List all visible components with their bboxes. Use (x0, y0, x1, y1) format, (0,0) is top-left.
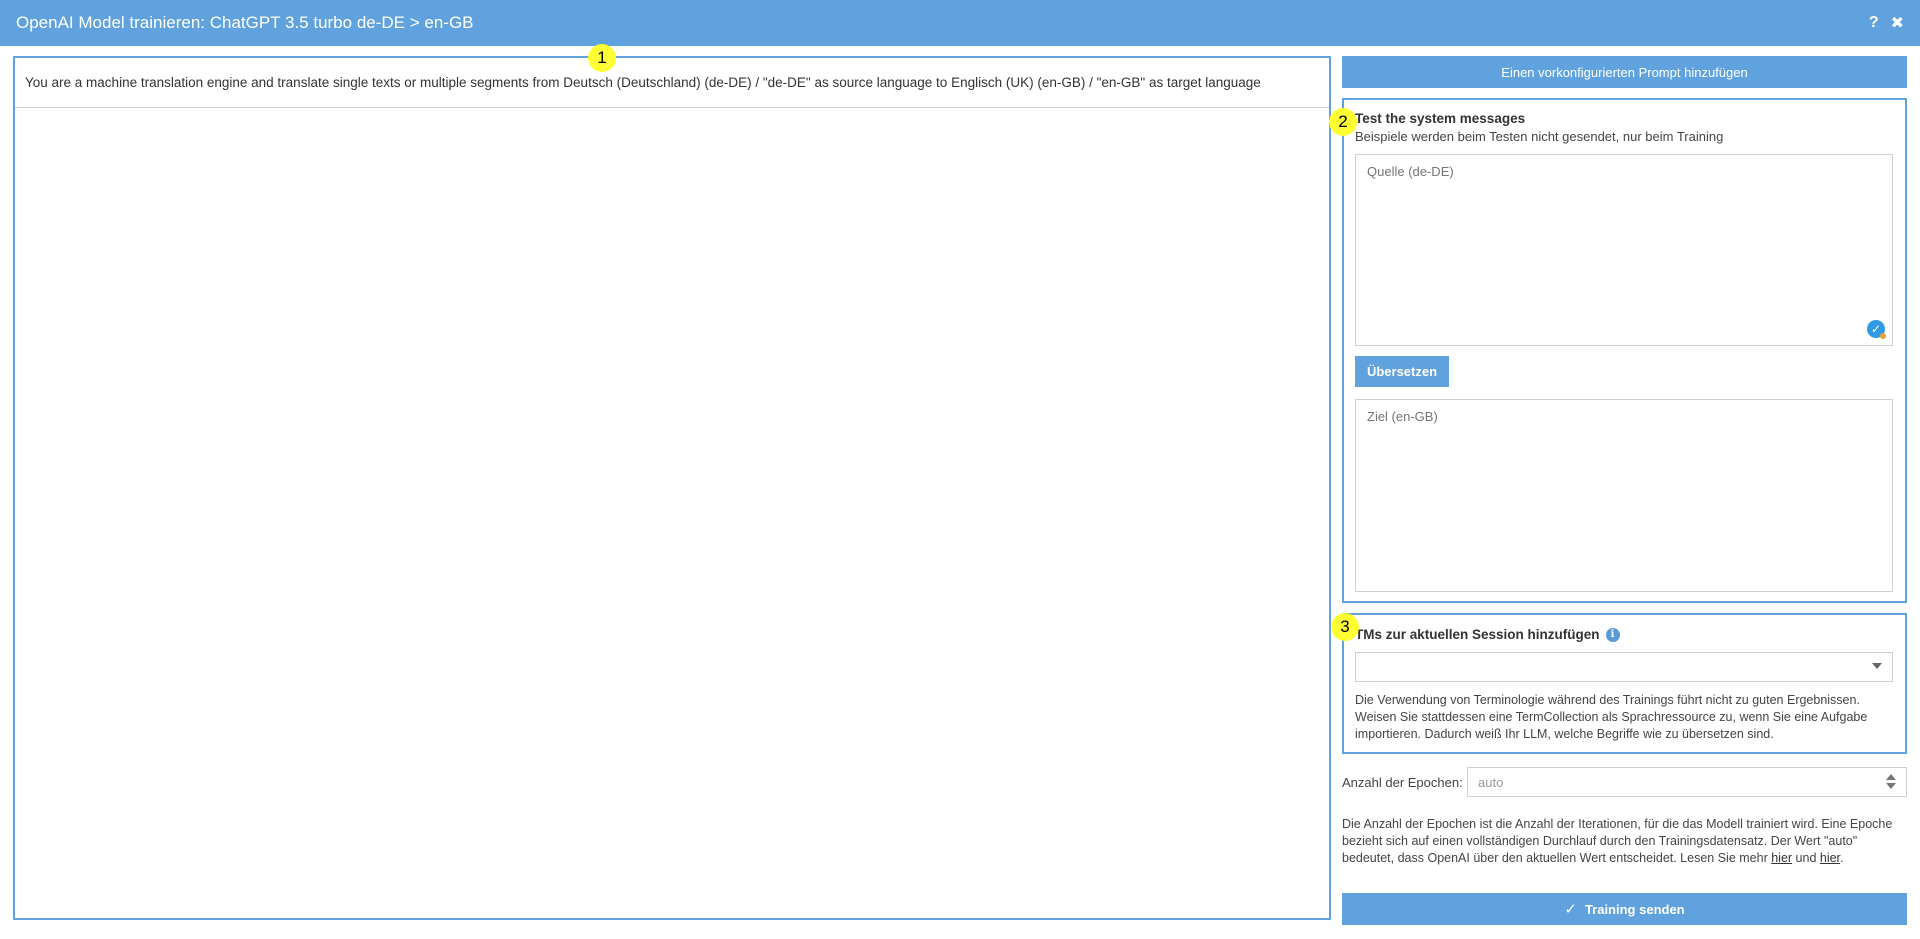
window-titlebar: OpenAI Model trainieren: ChatGPT 3.5 tur… (0, 0, 1920, 46)
epochs-description: Die Anzahl der Epochen ist die Anzahl de… (1342, 816, 1907, 867)
source-text-input[interactable] (1355, 154, 1893, 346)
info-icon[interactable]: i (1605, 627, 1620, 642)
annotation-marker-2: 2 (1329, 108, 1357, 136)
help-icon[interactable]: ? (1869, 14, 1879, 32)
spin-up-icon[interactable] (1886, 774, 1896, 780)
epochs-description-text-3: . (1840, 851, 1844, 865)
tm-select-dropdown[interactable] (1355, 652, 1893, 682)
tm-panel-title-text: TMs zur aktuellen Session hinzufügen (1355, 627, 1600, 642)
target-text-output[interactable] (1355, 399, 1893, 592)
annotation-marker-1: 1 (588, 44, 616, 72)
checkmark-icon: ✓ (1564, 901, 1577, 918)
tm-terminology-hint: Die Verwendung von Terminologie während … (1355, 693, 1868, 741)
system-messages-panel: You are a machine translation engine and… (13, 56, 1331, 920)
tm-panel-title: TMs zur aktuellen Session hinzufügen i (1355, 627, 1620, 642)
epochs-placeholder: auto (1478, 774, 1504, 790)
send-training-label: Training senden (1584, 901, 1685, 917)
translate-button[interactable]: Übersetzen (1355, 356, 1449, 387)
read-more-link-1[interactable]: hier (1771, 851, 1792, 865)
window-title: OpenAI Model trainieren: ChatGPT 3.5 tur… (16, 13, 474, 32)
test-panel-title: Test the system messages (1355, 111, 1526, 126)
annotation-marker-3: 3 (1331, 613, 1359, 641)
epochs-label: Anzahl der Epochen: (1342, 775, 1463, 790)
spin-down-icon[interactable] (1886, 783, 1896, 789)
read-more-link-2[interactable]: hier (1820, 851, 1840, 865)
epochs-number-field[interactable]: auto (1467, 767, 1907, 797)
epochs-description-text-2: und (1792, 851, 1820, 865)
close-icon[interactable]: ✖ (1891, 13, 1904, 33)
tm-session-panel: TMs zur aktuellen Session hinzufügen i D… (1342, 613, 1907, 754)
test-system-messages-panel: Test the system messages Beispiele werde… (1342, 98, 1907, 603)
epochs-row: Anzahl der Epochen: auto (1342, 767, 1907, 797)
add-preconfigured-prompt-button[interactable]: Einen vorkonfigurierten Prompt hinzufüge… (1342, 56, 1907, 88)
test-panel-subtitle: Beispiele werden beim Testen nicht gesen… (1355, 129, 1724, 144)
window-tools: ? ✖ (1869, 13, 1904, 33)
epochs-spinner (1886, 774, 1896, 789)
send-training-button[interactable]: ✓ Training senden (1342, 893, 1907, 925)
chevron-down-icon[interactable] (1872, 663, 1882, 669)
system-message-row[interactable]: You are a machine translation engine and… (15, 58, 1329, 108)
